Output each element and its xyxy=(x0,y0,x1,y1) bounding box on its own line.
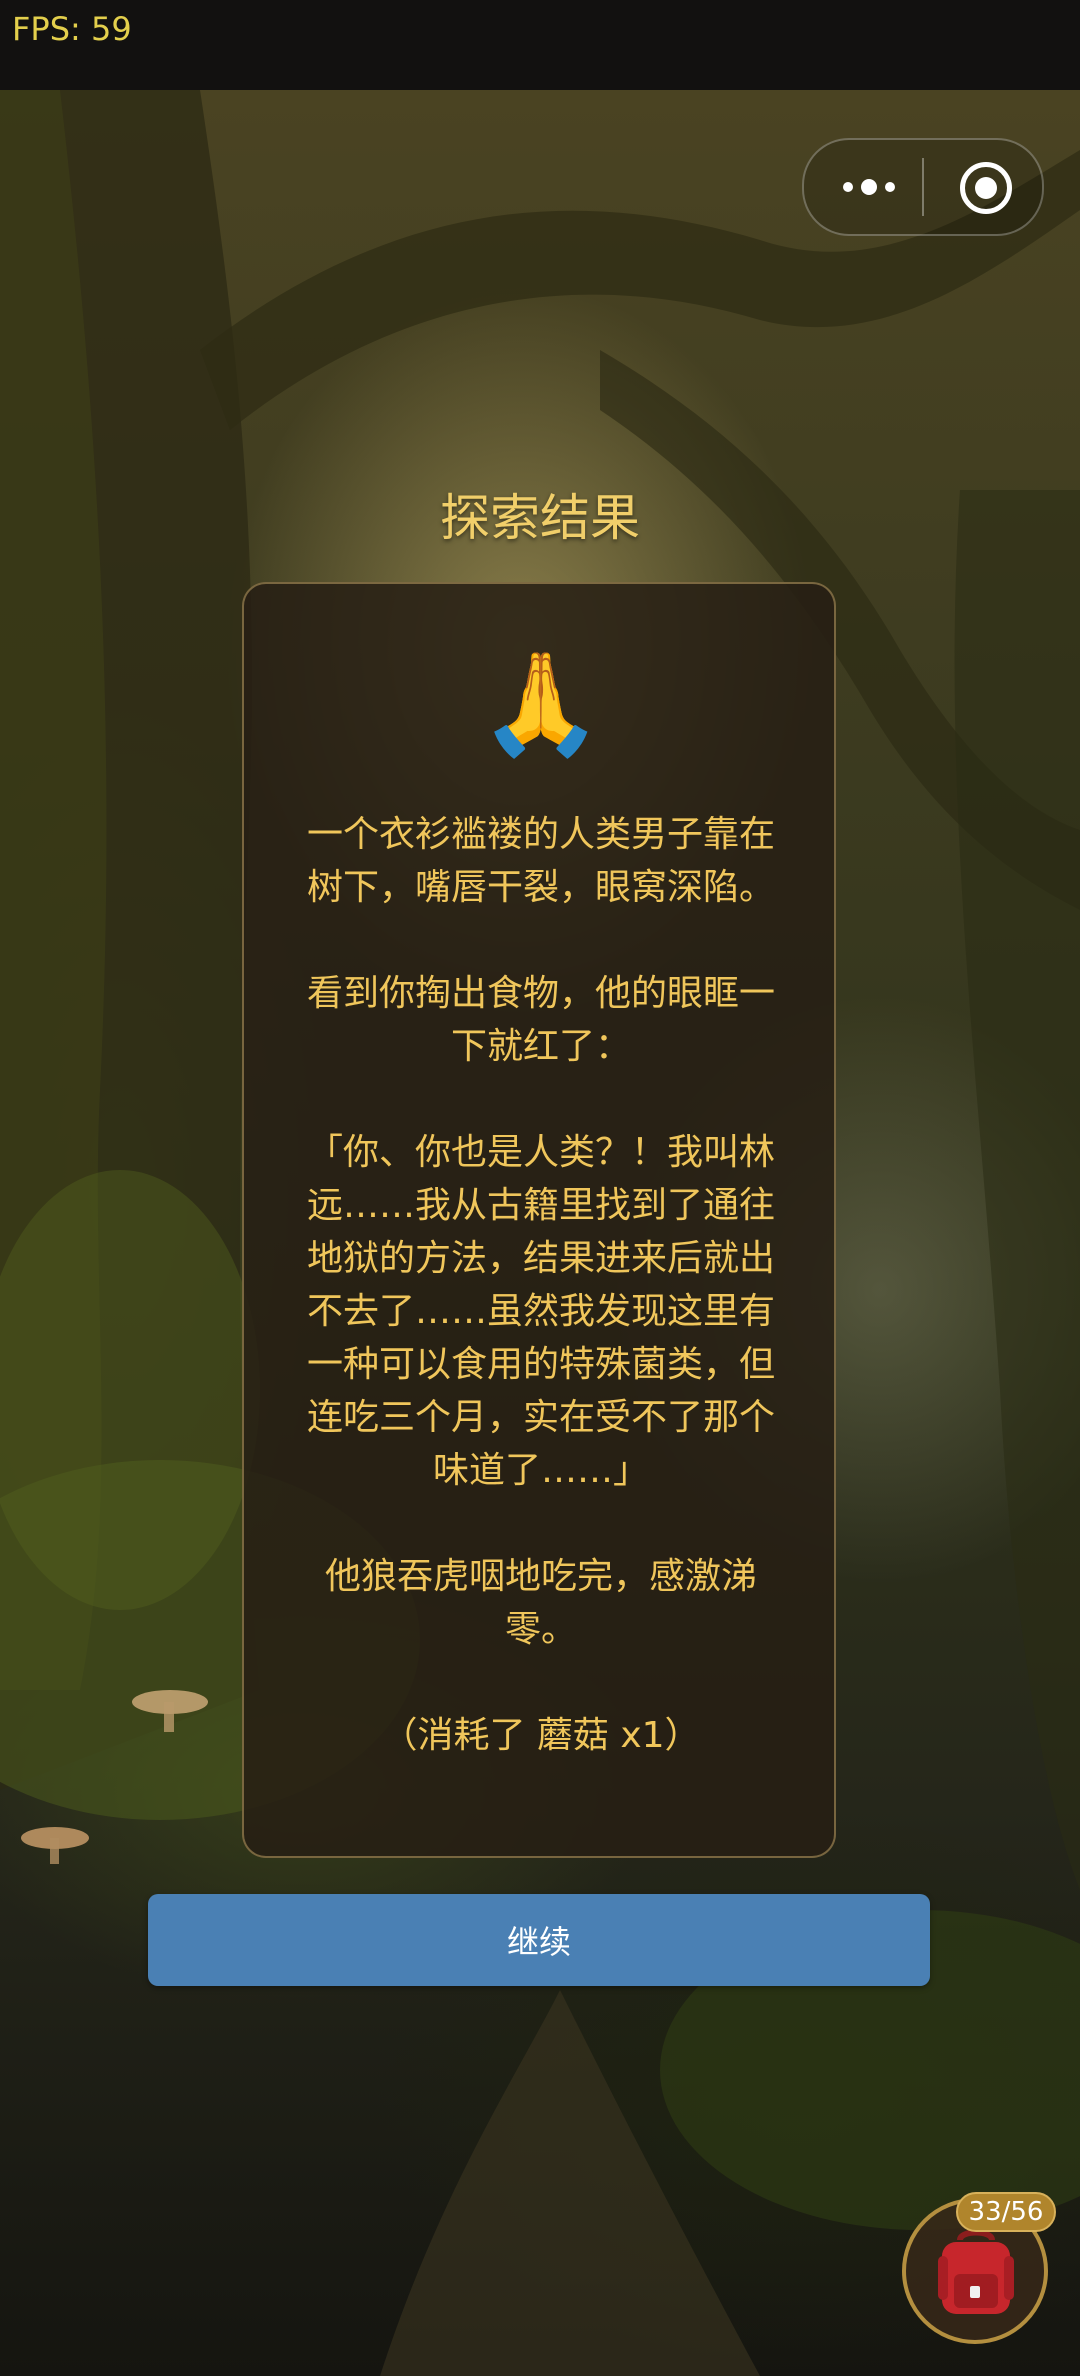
consumed-item-note: （消耗了 蘑菇 x1） xyxy=(381,1715,701,1756)
target-circle-icon[interactable] xyxy=(960,162,1012,214)
result-paragraph: 看到你掏出食物，他的眼眶一下就红了： xyxy=(306,973,775,1067)
capsule-divider xyxy=(922,158,924,216)
result-paragraph: 一个衣衫褴褛的人类男子靠在树下，嘴唇干裂，眼窝深陷。 xyxy=(306,814,775,908)
game-screen: FPS: 59 探索结果 🙏 一个衣衫褴褛的人类男子靠在树下，嘴唇干裂，眼窝深陷… xyxy=(0,0,1080,2376)
page-title: 探索结果 xyxy=(440,489,640,547)
continue-button[interactable]: 继续 xyxy=(148,1894,930,1986)
result-paragraph: 「你、你也是人类？！我叫林远……我从古籍里找到了通往地狱的方法，结果进来后就出不… xyxy=(306,1132,775,1491)
inventory-count-badge: 33/56 xyxy=(956,2192,1056,2232)
result-card: 🙏 一个衣衫褴褛的人类男子靠在树下，嘴唇干裂，眼窝深陷。 看到你掏出食物，他的眼… xyxy=(242,582,836,1858)
mini-program-capsule xyxy=(802,138,1044,236)
status-bar: FPS: 59 xyxy=(0,0,1080,90)
praying-hands-icon: 🙏 xyxy=(478,645,604,762)
backpack-icon xyxy=(938,2229,1014,2314)
result-paragraph: 他狼吞虎咽地吃完，感激涕零。 xyxy=(324,1556,757,1650)
more-dots-icon[interactable] xyxy=(834,140,904,234)
result-text: 一个衣衫褴褛的人类男子靠在树下，嘴唇干裂，眼窝深陷。 看到你掏出食物，他的眼眶一… xyxy=(294,808,788,1762)
fps-counter: FPS: 59 xyxy=(12,10,132,48)
